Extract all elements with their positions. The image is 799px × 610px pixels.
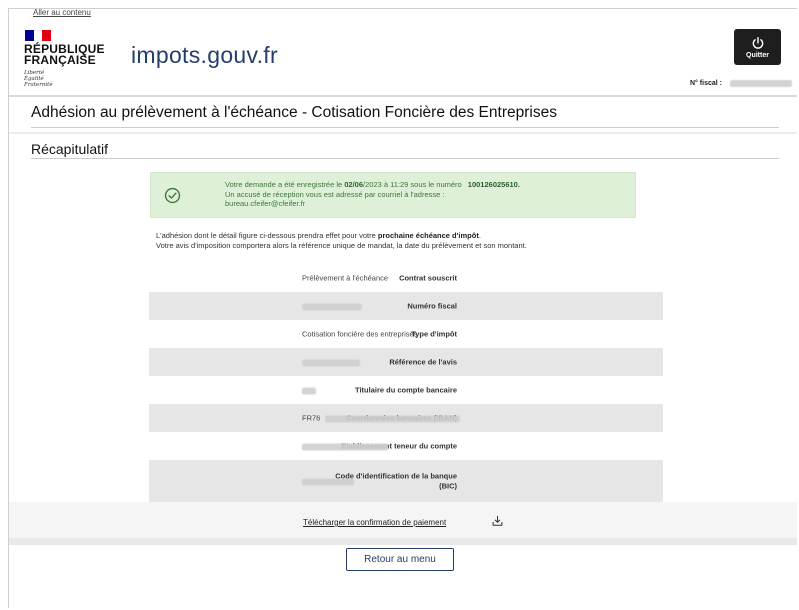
- info-line1-bold: prochaine échéance d'impôt: [377, 231, 479, 240]
- devise-fraternite: Fraternité: [24, 82, 53, 88]
- download-icon[interactable]: [492, 515, 503, 527]
- summary-value-iban: FR76: [302, 413, 461, 423]
- info-line1-text: L'adhésion dont le détail figure ci-dess…: [156, 231, 378, 240]
- summary-row-reference-avis: Référence de l'avis: [149, 348, 663, 376]
- summary-row-iban: Coordonnées bancaires (IBAN) FR76: [149, 404, 663, 432]
- quit-button[interactable]: Quitter: [734, 29, 781, 65]
- flag-blue-stripe: [25, 30, 34, 41]
- download-confirmation-link[interactable]: Télécharger la confirmation de paiement: [303, 518, 446, 527]
- alert-request-number: 100126025610.: [467, 180, 520, 189]
- alert-date: 02/06: [344, 180, 364, 189]
- back-to-menu-button[interactable]: Retour au menu: [346, 548, 454, 571]
- success-alert: Votre demande a été enregistrée le 02/06…: [150, 172, 636, 218]
- site-name-part1: impots: [131, 42, 201, 68]
- title-underline: [31, 127, 779, 128]
- section-title: Récapitulatif: [31, 141, 109, 157]
- alert-line2: Un accusé de réception vous est adressé …: [225, 189, 445, 199]
- iban-prefix: FR76: [302, 413, 321, 423]
- alert-line1-text: Votre demande a été enregistrée le: [225, 180, 345, 189]
- power-icon: [752, 36, 763, 49]
- summary-row-bic: Code d'identification de la banque (BIC): [149, 460, 663, 502]
- info-line1: L'adhésion dont le détail figure ci-dess…: [156, 231, 527, 241]
- summary-row-contrat: Contrat souscrit Prélèvement à l'échéanc…: [149, 264, 663, 292]
- check-circle-icon: [164, 187, 181, 204]
- summary-value-redacted: [302, 358, 360, 367]
- page-title: Adhésion au prélèvement à l'échéance - C…: [31, 104, 557, 121]
- summary-value: Prélèvement à l'échéance: [302, 273, 389, 283]
- footer-separator: [9, 538, 797, 545]
- info-text: L'adhésion dont le détail figure ci-dess…: [156, 231, 527, 251]
- summary-value-redacted: [302, 386, 316, 395]
- info-line1-end: .: [478, 231, 481, 240]
- summary-value: Cotisation foncière des entreprises: [302, 329, 418, 339]
- summary-value-redacted: [302, 477, 354, 486]
- flag-red-stripe: [42, 30, 52, 41]
- site-logo[interactable]: impots.gouv.fr: [131, 42, 278, 69]
- republique-francaise-logo: RÉPUBLIQUE FRANÇAISE: [24, 43, 105, 67]
- alert-message: Votre demande a été enregistrée le 02/06…: [225, 180, 520, 209]
- section-separator: [9, 132, 797, 134]
- summary-row-numero-fiscal: Numéro fiscal: [149, 292, 663, 320]
- skip-to-content-link[interactable]: Aller au contenu: [33, 8, 91, 17]
- flag-white-stripe: [33, 30, 43, 41]
- summary-row-etablissement: Etablissement teneur du compte: [149, 432, 663, 460]
- republic-line2: FRANÇAISE: [24, 53, 96, 67]
- summary-value-redacted: [302, 302, 362, 311]
- quit-button-label: Quitter: [746, 51, 769, 59]
- header-divider: [9, 95, 797, 97]
- summary-value-redacted: [302, 442, 388, 451]
- summary-row-titulaire: Titulaire du compte bancaire: [149, 376, 663, 404]
- republic-devise: Liberté Égalité Fraternité: [24, 70, 53, 88]
- alert-email: bureau.cfeifer@cfeifer.fr: [225, 199, 306, 208]
- section-underline: [31, 158, 779, 159]
- french-flag-logo: [25, 30, 52, 41]
- summary-table: Contrat souscrit Prélèvement à l'échéanc…: [149, 264, 663, 502]
- info-line2: Votre avis d'imposition comportera alors…: [156, 241, 527, 250]
- alert-line1-mid: /2023 à 11:29 sous le numéro: [363, 180, 464, 189]
- site-name-part2: gouv.fr: [207, 42, 278, 68]
- fiscal-number-redacted: [730, 80, 792, 87]
- summary-row-type-impot: Type d'impôt Cotisation foncière des ent…: [149, 320, 663, 348]
- fiscal-number-label: N° fiscal :: [690, 80, 722, 87]
- alert-line1: Votre demande a été enregistrée le 02/06…: [225, 180, 520, 190]
